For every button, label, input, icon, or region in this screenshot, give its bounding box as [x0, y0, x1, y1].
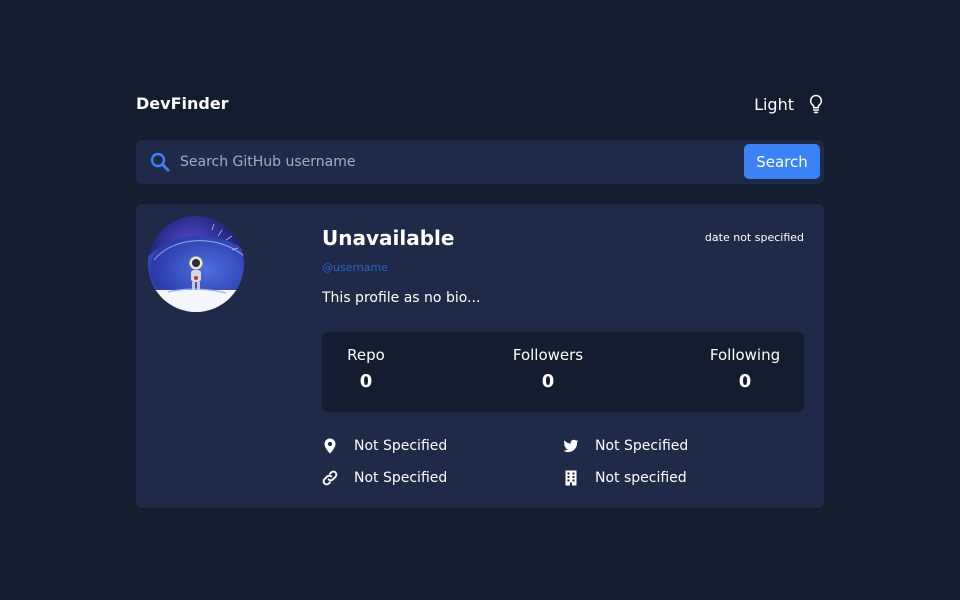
header: DevFinder Light — [136, 90, 824, 118]
theme-label: Light — [754, 94, 794, 114]
building-icon — [565, 470, 577, 486]
lightbulb-icon — [809, 94, 823, 114]
theme-toggle-button[interactable]: Light — [754, 92, 824, 116]
app-title: DevFinder — [136, 94, 229, 113]
link-icon — [322, 470, 338, 486]
join-date: date not specified — [704, 231, 804, 244]
stat-repos: Repo 0 — [346, 346, 386, 392]
search-icon — [150, 152, 170, 172]
twitter-icon — [563, 439, 579, 453]
blog-text[interactable]: Not Specified — [354, 470, 447, 486]
location-pin-icon — [324, 438, 336, 454]
profile-name: Unavailable — [322, 226, 455, 250]
search-button[interactable]: Search — [744, 144, 820, 179]
profile-username-link[interactable]: @username — [322, 261, 388, 274]
twitter-item: Not Specified — [563, 436, 688, 456]
profile-card: Unavailable date not specified @username… — [136, 204, 824, 508]
profile-bio: This profile as no bio... — [322, 290, 481, 306]
company-text: Not specified — [595, 470, 687, 486]
search-input[interactable] — [180, 148, 740, 176]
stat-value: 0 — [359, 371, 373, 392]
app-container: DevFinder Light Search GitHub username S… — [136, 0, 824, 600]
twitter-text: Not Specified — [595, 438, 689, 454]
stat-label: Following — [709, 346, 781, 364]
stat-label: Followers — [512, 346, 584, 364]
avatar — [148, 216, 244, 312]
stat-followers: Followers 0 — [510, 346, 586, 392]
stat-following: Following 0 — [708, 346, 782, 392]
stat-value: 0 — [738, 371, 752, 392]
location-item: Not Specified — [322, 436, 447, 456]
location-text: Not Specified — [354, 438, 448, 454]
stat-label: Repo — [347, 346, 385, 364]
search-bar: Search — [136, 140, 824, 184]
profile-links: Not Specified Not Specified Not Specifie… — [322, 434, 804, 494]
avatar-image — [148, 216, 244, 312]
stat-value: 0 — [541, 371, 555, 392]
company-item: Not specified — [563, 468, 687, 488]
blog-item[interactable]: Not Specified — [322, 468, 447, 488]
stats-panel: Repo 0 Followers 0 Following 0 — [322, 332, 804, 412]
